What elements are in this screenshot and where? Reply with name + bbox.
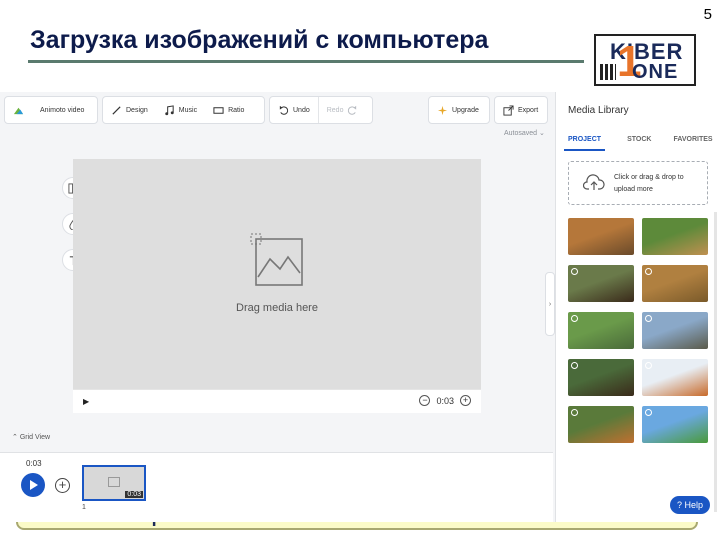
panel-collapse-handle[interactable]: ›	[545, 272, 555, 336]
media-thumbnail-moose[interactable]	[568, 265, 634, 302]
decrease-duration-icon[interactable]: −	[419, 395, 431, 406]
autosave-status: Autosaved ⌄	[504, 130, 545, 137]
help-button[interactable]: ? Help	[670, 496, 710, 514]
panel-scrollbar[interactable]	[714, 212, 717, 512]
redo-label: Redo	[326, 106, 344, 114]
design-group: Design Music Ratio	[102, 96, 265, 124]
clip-duration: 0:03	[125, 491, 143, 498]
media-library-panel: Media Library PROJECT STOCK FAVORITES Cl…	[555, 92, 720, 522]
undo-label: Undo	[293, 106, 310, 114]
info-badge-icon	[571, 268, 578, 275]
timeline-time: 0:03	[26, 459, 42, 468]
animoto-editor: Animoto video Design Music Ratio Undo Re…	[0, 92, 720, 522]
info-badge-icon	[645, 315, 652, 322]
editor-toolbar: Animoto video Design Music Ratio Undo Re…	[0, 92, 553, 128]
undo-button[interactable]: Undo	[270, 97, 318, 123]
duration-value: 0:03	[436, 395, 454, 406]
design-label: Design	[126, 106, 148, 114]
undo-icon	[279, 105, 289, 115]
history-group: Undo Redo	[269, 96, 373, 124]
image-placeholder-icon	[250, 233, 303, 286]
play-icon[interactable]: ▶	[83, 397, 89, 406]
media-thumbnail-landscape[interactable]	[642, 406, 708, 443]
media-library-title: Media Library	[568, 105, 629, 116]
redo-icon	[348, 105, 357, 115]
slide-title: Загрузка изображений с компьютера	[30, 26, 489, 54]
help-label: Help	[684, 500, 704, 510]
media-thumbnail-fox[interactable]	[642, 359, 708, 396]
play-icon	[30, 480, 38, 490]
cloud-upload-icon	[583, 174, 605, 190]
timeline-play-button[interactable]	[21, 473, 45, 497]
increase-duration-icon[interactable]: +	[460, 395, 471, 406]
project-name: Animoto video	[40, 106, 85, 114]
media-thumbnail-giraffes[interactable]	[642, 218, 708, 255]
upgrade-label: Upgrade	[452, 106, 479, 114]
qr-icon	[600, 64, 616, 80]
info-badge-icon	[571, 409, 578, 416]
kiber-one-logo: KIBER 1 ONE	[594, 34, 696, 86]
autosave-label: Autosaved	[504, 130, 538, 137]
media-thumbnail-lion[interactable]	[642, 265, 708, 302]
grid-view-label: Grid View	[19, 434, 51, 441]
media-thumbnail-deer[interactable]	[568, 312, 634, 349]
upgrade-button-inner: Upgrade	[429, 97, 487, 123]
design-button[interactable]: Design	[103, 97, 156, 123]
upload-instructions: Click or drag & drop to upload more	[614, 174, 684, 193]
music-button[interactable]: Music	[156, 97, 205, 123]
title-underline	[28, 60, 584, 63]
media-tabs: PROJECT STOCK FAVORITES	[564, 136, 720, 151]
add-block-button[interactable]: +	[55, 478, 70, 493]
duration-control: − 0:03 +	[419, 395, 471, 406]
media-thumbnail-tiger[interactable]	[568, 406, 634, 443]
media-drop-canvas[interactable]: Drag media here	[73, 159, 481, 389]
export-button-inner: Export	[495, 97, 546, 123]
music-label: Music	[178, 106, 198, 114]
export-icon	[503, 104, 514, 116]
ratio-icon	[213, 106, 224, 114]
ratio-button[interactable]: Ratio	[205, 97, 252, 123]
info-badge-icon	[645, 268, 652, 275]
media-thumbnail-bear[interactable]	[568, 359, 634, 396]
info-badge-icon	[645, 362, 652, 369]
upload-dropzone[interactable]: Click or drag & drop to upload more	[568, 161, 708, 205]
project-name-group[interactable]: Animoto video	[4, 96, 98, 124]
preview-playbar: ▶ − 0:03 +	[73, 389, 481, 413]
timeline: 0:03 + 0:03 1	[0, 452, 553, 522]
slide: Загрузка изображений с компьютера 5 KIBE…	[0, 0, 720, 540]
project-name-button[interactable]: Animoto video	[5, 97, 92, 123]
tab-project[interactable]: PROJECT	[564, 136, 606, 151]
logo-text-bottom: ONE	[632, 61, 679, 83]
upgrade-button[interactable]: Upgrade	[428, 96, 490, 124]
media-thumbnail-elephant[interactable]	[642, 312, 708, 349]
timeline-clip[interactable]: 0:03	[82, 465, 146, 501]
clip-placeholder-icon	[108, 477, 120, 487]
tab-favorites[interactable]: FAVORITES	[673, 136, 712, 151]
clip-number: 1	[82, 504, 86, 511]
animoto-logo-icon	[13, 107, 24, 114]
sparkle-icon	[437, 105, 448, 115]
export-button[interactable]: Export	[494, 96, 548, 124]
slide-number: 5	[703, 6, 712, 23]
info-badge-icon	[571, 315, 578, 322]
media-thumbnail-lemur[interactable]	[568, 218, 634, 255]
pen-icon	[112, 105, 121, 115]
redo-button[interactable]: Redo	[319, 97, 367, 123]
music-note-icon	[165, 104, 174, 115]
drag-media-label: Drag media here	[236, 302, 318, 314]
grid-view-toggle[interactable]: ⌃ Grid View	[12, 433, 50, 441]
info-badge-icon	[571, 362, 578, 369]
ratio-label: Ratio	[228, 106, 245, 114]
export-label: Export	[518, 106, 539, 114]
info-badge-icon	[645, 409, 652, 416]
tab-stock[interactable]: STOCK	[627, 136, 651, 151]
